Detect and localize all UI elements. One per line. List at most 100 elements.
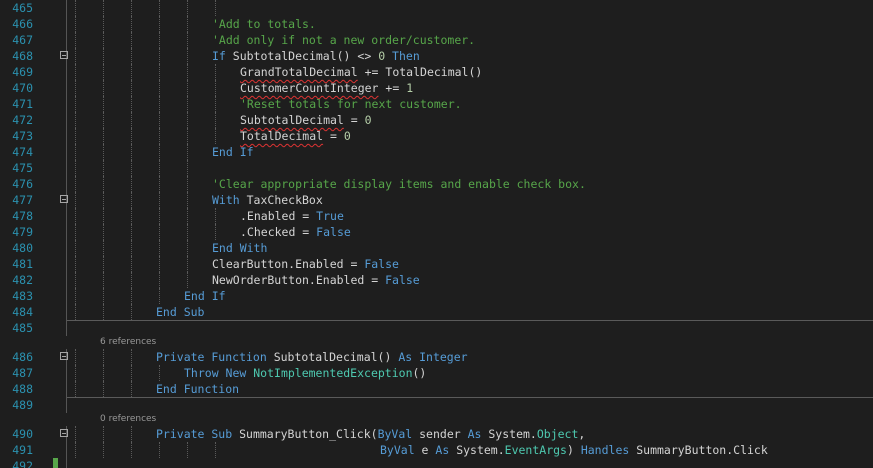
code-line[interactable]: 472 SubtotalDecimal = 0 <box>0 112 873 128</box>
line-number: 489 <box>12 398 33 412</box>
error-squiggle-token: SubtotalDecimal <box>240 113 344 127</box>
code-text[interactable]: With TaxCheckBox <box>212 192 323 208</box>
code-line[interactable]: 476 'Clear appropriate display items and … <box>0 176 873 192</box>
code-line[interactable]: 465 <box>0 0 873 16</box>
code-text[interactable]: NewOrderButton.Enabled = False <box>212 272 420 288</box>
indent-guide <box>75 288 76 304</box>
code-text[interactable]: End Sub <box>156 304 204 320</box>
code-token: ByVal <box>380 443 422 457</box>
collapse-icon[interactable] <box>60 51 68 59</box>
code-text[interactable]: TotalDecimal = 0 <box>240 128 351 144</box>
collapse-icon[interactable] <box>60 195 68 203</box>
code-token: End Function <box>156 382 240 396</box>
line-number: 491 <box>12 443 33 457</box>
code-line[interactable]: 483 End If <box>0 288 873 304</box>
collapse-icon[interactable] <box>60 429 68 437</box>
code-token: .Checked = <box>240 225 317 239</box>
code-line[interactable]: 468 If SubtotalDecimal() <> 0 Then <box>0 48 873 64</box>
code-text[interactable]: 'Add only if not a new order/customer. <box>212 32 475 48</box>
code-text[interactable]: Private Sub SummaryButton_Click(ByVal se… <box>156 426 585 442</box>
code-line[interactable]: 484 End Sub <box>0 304 873 321</box>
code-editor[interactable]: 465 466 'Add to totals. 467 'Add only if not… <box>0 0 873 468</box>
code-line[interactable]: 466 'Add to totals. <box>0 16 873 32</box>
code-line[interactable]: 470 CustomerCountInteger += 1 <box>0 80 873 96</box>
code-line[interactable]: 488 End Function <box>0 381 873 398</box>
code-text[interactable]: ByVal e As System.EventArgs) Handles Sum… <box>380 442 768 458</box>
code-line[interactable]: 480 End With <box>0 240 873 256</box>
code-text[interactable]: .Enabled = True <box>240 208 344 224</box>
code-line[interactable]: 473 TotalDecimal = 0 <box>0 128 873 144</box>
code-text[interactable]: ClearButton.Enabled = False <box>212 256 399 272</box>
indent-guide <box>103 48 104 64</box>
code-token: += <box>378 81 407 95</box>
code-line[interactable]: 479 .Checked = False <box>0 224 873 240</box>
code-text[interactable]: End With <box>212 240 267 256</box>
code-text[interactable]: 'Reset totals for next customer. <box>240 96 462 112</box>
line-number: 481 <box>12 257 33 271</box>
code-text[interactable]: End If <box>184 288 226 304</box>
indent-guide <box>75 176 76 192</box>
outline-bar <box>66 320 67 336</box>
code-line[interactable]: 478 .Enabled = True <box>0 208 873 224</box>
indent-guide <box>103 176 104 192</box>
code-line[interactable]: 492 <box>0 458 873 468</box>
code-text[interactable]: SubtotalDecimal = 0 <box>240 112 372 128</box>
indent-guide <box>131 442 132 458</box>
references-label[interactable]: 0 references <box>100 413 156 426</box>
code-line[interactable]: 475 <box>0 160 873 176</box>
indent-guide <box>215 80 216 96</box>
codelens-references[interactable]: 6 references <box>0 336 873 349</box>
indent-guide <box>187 442 188 458</box>
indent-guide <box>187 224 188 240</box>
outline-bar <box>66 0 67 16</box>
code-text[interactable]: 'Add to totals. <box>212 16 316 32</box>
code-line[interactable]: 481 ClearButton.Enabled = False <box>0 256 873 272</box>
indent-guide <box>103 381 104 397</box>
code-line[interactable]: 490 Private Sub SummaryButton_Click(ByVal… <box>0 426 873 442</box>
collapse-icon[interactable] <box>60 352 68 360</box>
indent-guide <box>187 32 188 48</box>
code-line[interactable]: 485 <box>0 320 873 336</box>
code-token: = <box>323 129 344 143</box>
code-line[interactable]: 469 GrandTotalDecimal += TotalDecimal() <box>0 64 873 80</box>
indent-guide <box>103 304 104 320</box>
code-line[interactable]: 467 'Add only if not a new order/customer… <box>0 32 873 48</box>
line-number: 477 <box>12 193 33 207</box>
code-line[interactable]: 489 <box>0 397 873 413</box>
indent-guide <box>75 80 76 96</box>
code-token: True <box>316 209 344 223</box>
code-line[interactable]: 491 ByVal e As System.EventArgs) Handles … <box>0 442 873 458</box>
code-line[interactable]: 474 End If <box>0 144 873 160</box>
outline-bar <box>66 160 67 176</box>
indent-guide <box>103 32 104 48</box>
code-text[interactable]: 'Clear appropriate display items and ena… <box>212 176 586 192</box>
code-text[interactable]: Throw New NotImplementedException() <box>184 365 426 381</box>
code-token: EventArgs <box>504 443 567 457</box>
indent-guide <box>75 192 76 208</box>
code-text[interactable]: If SubtotalDecimal() <> 0 Then <box>212 48 420 64</box>
indent-guide <box>103 256 104 272</box>
code-text[interactable]: Private Function SubtotalDecimal() As In… <box>156 349 468 365</box>
code-text[interactable]: End If <box>212 144 254 160</box>
outline-bar <box>66 128 67 144</box>
code-token: ByVal <box>377 427 420 441</box>
code-line[interactable]: 477 With TaxCheckBox <box>0 192 873 208</box>
references-label[interactable]: 6 references <box>100 336 156 349</box>
code-text[interactable]: .Checked = False <box>240 224 351 240</box>
indent-guide <box>75 240 76 256</box>
indent-guide <box>75 442 76 458</box>
code-line[interactable]: 471 'Reset totals for next customer. <box>0 96 873 112</box>
code-line[interactable]: 487 Throw New NotImplementedException() <box>0 365 873 381</box>
code-text[interactable]: GrandTotalDecimal += TotalDecimal() <box>240 64 482 80</box>
code-token: 'Add to totals. <box>212 17 316 31</box>
line-number: 479 <box>12 225 33 239</box>
indent-guide <box>159 160 160 176</box>
code-text[interactable]: CustomerCountInteger += 1 <box>240 80 413 96</box>
indent-guide <box>103 128 104 144</box>
code-text[interactable]: End Function <box>156 381 239 397</box>
code-line[interactable]: 486 Private Function SubtotalDecimal() As… <box>0 349 873 365</box>
code-line[interactable]: 482 NewOrderButton.Enabled = False <box>0 272 873 288</box>
codelens-references[interactable]: 0 references <box>0 413 873 426</box>
indent-guide <box>75 349 76 365</box>
code-token: False <box>385 273 420 287</box>
